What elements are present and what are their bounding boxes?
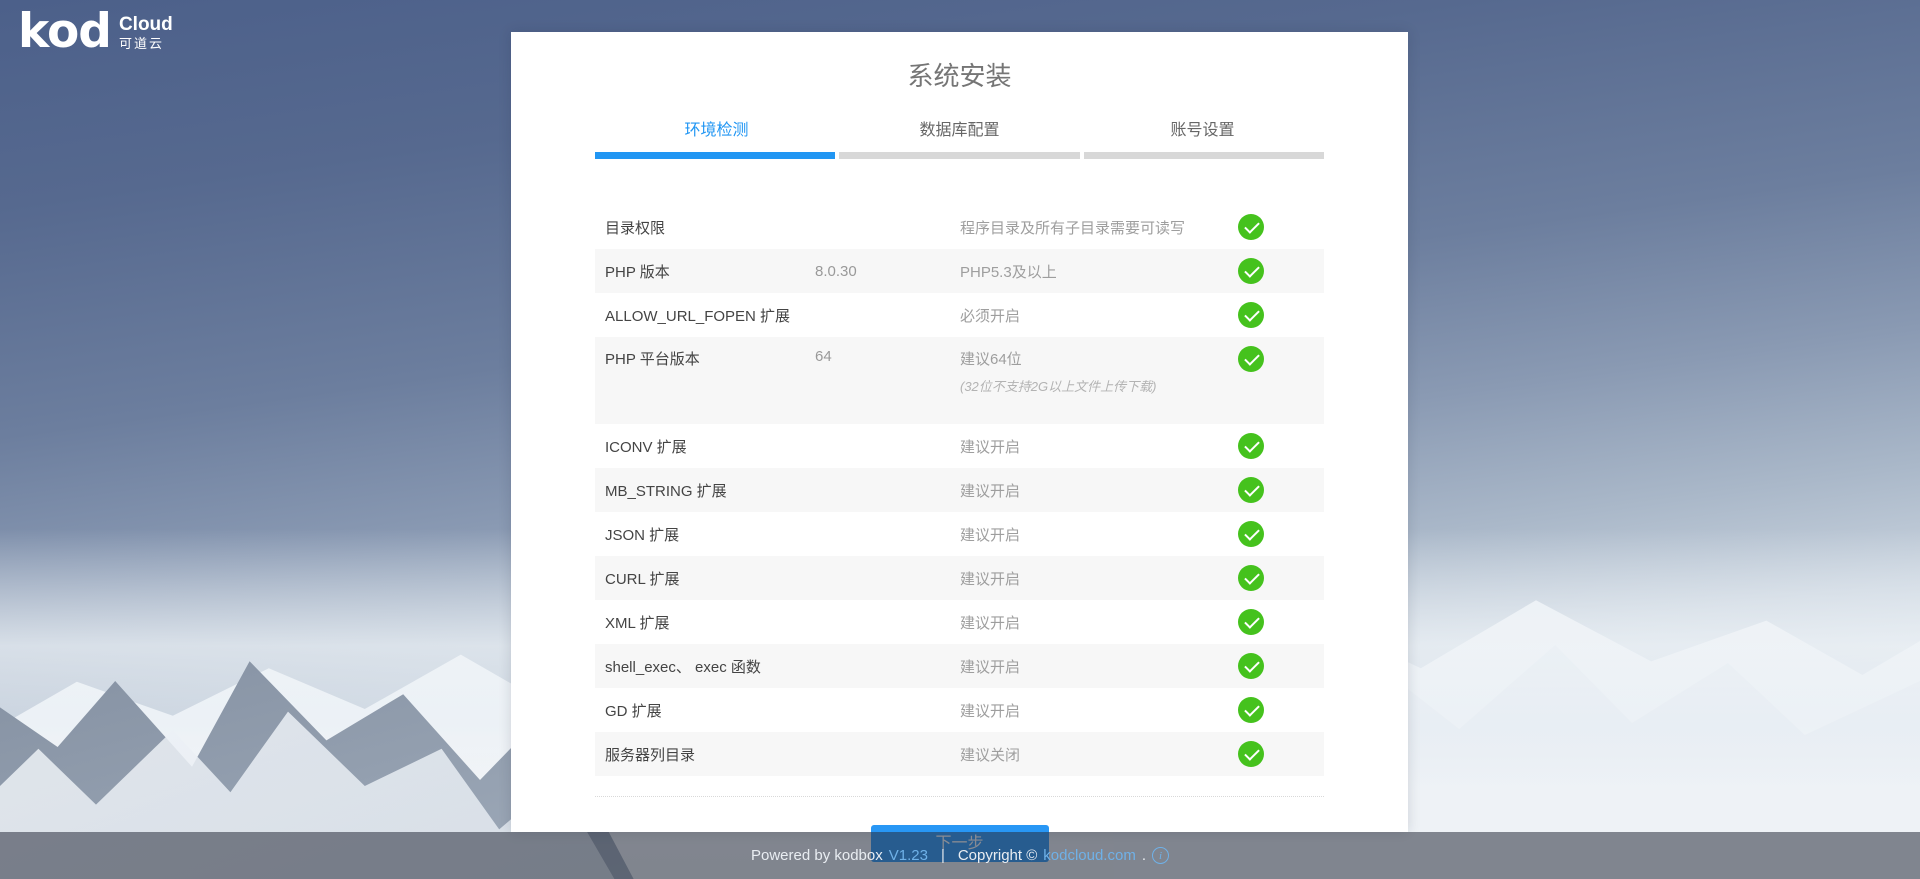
check-row: ICONV 扩展 建议开启 bbox=[595, 424, 1324, 468]
check-success-icon bbox=[1238, 653, 1264, 679]
check-success-icon bbox=[1238, 302, 1264, 328]
divider bbox=[595, 796, 1324, 797]
footer-dot: . bbox=[1142, 847, 1146, 864]
environment-check-table: 目录权限 程序目录及所有子目录需要可读写 PHP 版本 8.0.30 PHP5.… bbox=[595, 205, 1324, 776]
check-label: GD 扩展 bbox=[605, 700, 815, 721]
check-label: 服务器列目录 bbox=[605, 744, 815, 765]
check-value: 64 bbox=[815, 348, 960, 365]
wizard-progress bbox=[595, 152, 1324, 159]
check-value: 8.0.30 bbox=[815, 263, 960, 280]
wizard-tabs: 环境检测 数据库配置 账号设置 bbox=[595, 112, 1324, 152]
check-requirement: 建议开启 bbox=[960, 568, 1238, 589]
tab-account-setup[interactable]: 账号设置 bbox=[1081, 112, 1324, 152]
check-label: JSON 扩展 bbox=[605, 524, 815, 545]
check-label: ICONV 扩展 bbox=[605, 436, 815, 457]
check-requirement: 建议开启 bbox=[960, 436, 1238, 457]
logo-cloud-text: Cloud bbox=[119, 15, 173, 36]
check-label: 目录权限 bbox=[605, 217, 815, 238]
check-row: PHP 平台版本 64 建议64位 (32位不支持2G以上文件上传下载) bbox=[595, 337, 1324, 424]
check-row: 目录权限 程序目录及所有子目录需要可读写 bbox=[595, 205, 1324, 249]
check-success-icon bbox=[1238, 521, 1264, 547]
check-row: JSON 扩展 建议开启 bbox=[595, 512, 1324, 556]
check-success-icon bbox=[1238, 214, 1264, 240]
check-label: PHP 平台版本 bbox=[605, 348, 815, 369]
info-circle-icon[interactable]: i bbox=[1152, 847, 1169, 864]
check-success-icon bbox=[1238, 346, 1264, 372]
installer-card: 系统安装 环境检测 数据库配置 账号设置 目录权限 程序目录及所有子目录需要可读… bbox=[511, 32, 1408, 832]
footer-separator: | bbox=[941, 847, 945, 864]
check-success-icon bbox=[1238, 609, 1264, 635]
tab-database-config[interactable]: 数据库配置 bbox=[838, 112, 1081, 152]
check-success-icon bbox=[1238, 697, 1264, 723]
check-row: shell_exec、 exec 函数 建议开启 bbox=[595, 644, 1324, 688]
logo-chinese-text: 可道云 bbox=[119, 36, 173, 52]
check-row: MB_STRING 扩展 建议开启 bbox=[595, 468, 1324, 512]
check-label: ALLOW_URL_FOPEN 扩展 bbox=[605, 305, 815, 326]
check-row: 服务器列目录 建议关闭 bbox=[595, 732, 1324, 776]
tab-environment-check[interactable]: 环境检测 bbox=[595, 112, 838, 152]
check-requirement: 建议开启 bbox=[960, 480, 1238, 501]
check-success-icon bbox=[1238, 741, 1264, 767]
logo-kod-text: kod bbox=[18, 8, 111, 55]
check-row: PHP 版本 8.0.30 PHP5.3及以上 bbox=[595, 249, 1324, 293]
check-note: (32位不支持2G以上文件上传下载) bbox=[960, 376, 1238, 395]
check-success-icon bbox=[1238, 565, 1264, 591]
check-requirement: 建议开启 bbox=[960, 612, 1238, 633]
powered-by-text: Powered by kodbox bbox=[751, 847, 883, 864]
check-requirement: 建议开启 bbox=[960, 700, 1238, 721]
check-success-icon bbox=[1238, 258, 1264, 284]
check-requirement: 建议开启 bbox=[960, 524, 1238, 545]
kodcloud-site-link[interactable]: kodcloud.com bbox=[1043, 847, 1136, 864]
check-label: shell_exec、 exec 函数 bbox=[605, 656, 815, 677]
copyright-text: Copyright © bbox=[958, 847, 1037, 864]
check-requirement: 程序目录及所有子目录需要可读写 bbox=[960, 217, 1238, 238]
check-requirement: 建议64位 (32位不支持2G以上文件上传下载) bbox=[960, 348, 1238, 395]
progress-segment-3 bbox=[1084, 152, 1324, 159]
check-row: ALLOW_URL_FOPEN 扩展 必须开启 bbox=[595, 293, 1324, 337]
check-requirement: PHP5.3及以上 bbox=[960, 261, 1238, 282]
check-row: CURL 扩展 建议开启 bbox=[595, 556, 1324, 600]
check-success-icon bbox=[1238, 433, 1264, 459]
version-link[interactable]: V1.23 bbox=[889, 847, 928, 864]
check-label: CURL 扩展 bbox=[605, 568, 815, 589]
check-requirement: 必须开启 bbox=[960, 305, 1238, 326]
check-label: PHP 版本 bbox=[605, 261, 815, 282]
check-requirement: 建议开启 bbox=[960, 656, 1238, 677]
kodcloud-logo: kod Cloud 可道云 bbox=[18, 8, 173, 55]
check-row: XML 扩展 建议开启 bbox=[595, 600, 1324, 644]
check-label: XML 扩展 bbox=[605, 612, 815, 633]
footer-bar: Powered by kodbox V1.23 | Copyright © ko… bbox=[0, 832, 1920, 879]
progress-segment-2 bbox=[839, 152, 1079, 159]
page-title: 系统安装 bbox=[595, 56, 1324, 96]
check-label: MB_STRING 扩展 bbox=[605, 480, 815, 501]
check-row: GD 扩展 建议开启 bbox=[595, 688, 1324, 732]
check-success-icon bbox=[1238, 477, 1264, 503]
check-requirement: 建议关闭 bbox=[960, 744, 1238, 765]
progress-segment-1 bbox=[595, 152, 835, 159]
